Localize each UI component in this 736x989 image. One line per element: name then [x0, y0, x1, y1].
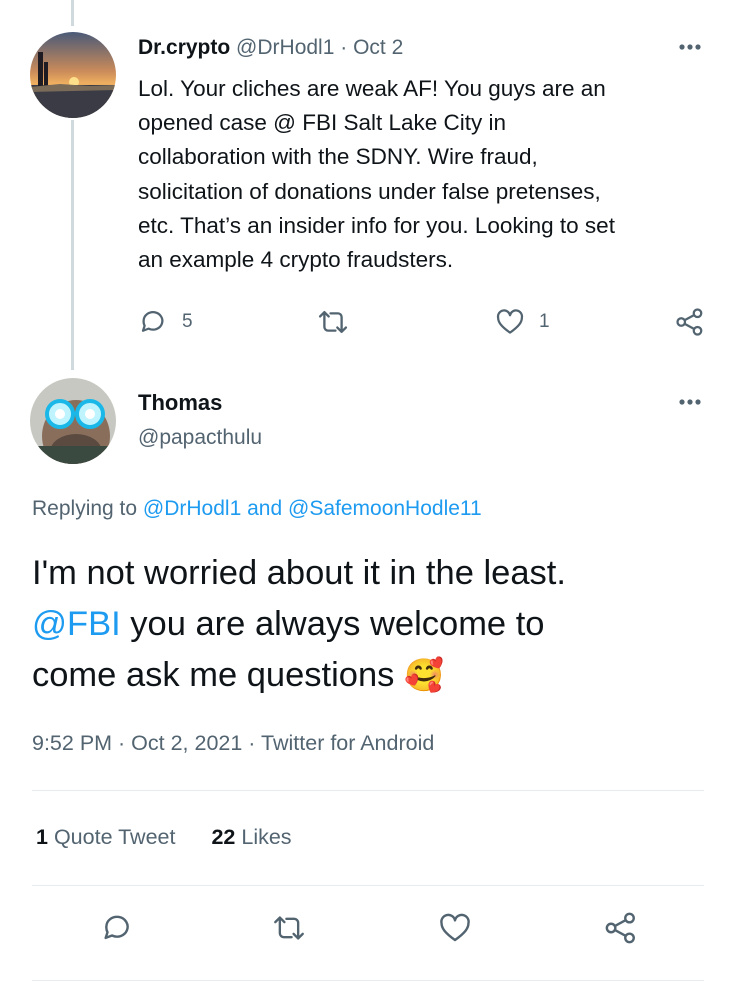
tweet-text-line: collaboration with the SDNY. Wire fraud,: [138, 144, 538, 170]
smiling-hearts-emoji: 🥰: [404, 657, 444, 693]
tweet1-text: Lol. Your cliches are weak AF! You guys …: [138, 72, 615, 277]
retweet-icon: [318, 310, 348, 334]
retweet-icon: [274, 916, 304, 940]
likes-stat[interactable]: 22 Likes: [211, 825, 291, 849]
like-icon: [440, 913, 470, 942]
tweet-text-line: etc. That’s an insider info for you. Loo…: [138, 212, 615, 238]
reply-icon: [104, 915, 129, 940]
quote-tweets-stat[interactable]: 1 Quote Tweet: [36, 825, 181, 849]
reply-and[interactable]: and: [247, 497, 282, 520]
tweet2-text: I'm not worried about it in the least. @…: [32, 548, 566, 701]
like-button[interactable]: 1: [495, 307, 550, 337]
replying-to: Replying to @DrHodl1 and @SafemoonHodle1…: [32, 497, 482, 521]
tweet-text-line: @FBI you are always welcome to: [32, 599, 566, 650]
likes-label: Likes: [241, 825, 292, 849]
handle[interactable]: @papacthulu: [138, 426, 262, 450]
retweet-button[interactable]: [272, 911, 306, 945]
retweet-button[interactable]: [317, 307, 349, 337]
tweet-date[interactable]: · Oct 2: [340, 36, 403, 59]
like-button[interactable]: [438, 911, 472, 945]
reply-icon: [141, 311, 164, 332]
tweet-meta[interactable]: 9:52 PM · Oct 2, 2021 · Twitter for Andr…: [32, 731, 434, 756]
reply-mention-link[interactable]: @SafemoonHodle11: [288, 497, 482, 520]
divider: [32, 980, 704, 981]
divider: [32, 790, 704, 791]
handle[interactable]: @DrHodl1: [236, 36, 334, 59]
share-icon: [605, 912, 635, 944]
fbi-mention-link[interactable]: @FBI: [32, 605, 121, 643]
reply-button[interactable]: 5: [138, 307, 193, 337]
quote-label: Quote Tweet: [53, 825, 176, 849]
share-icon: [676, 308, 703, 336]
replying-prefix: Replying to: [32, 497, 138, 520]
likes-count: 22: [211, 825, 236, 849]
like-count: 1: [539, 311, 550, 332]
thread-line-top: [71, 0, 74, 26]
display-name[interactable]: Thomas: [138, 390, 222, 416]
reply-count: 5: [182, 311, 193, 332]
tweet-text-line: come ask me questions 🥰: [32, 650, 566, 701]
share-button[interactable]: [604, 911, 638, 945]
divider: [32, 885, 704, 886]
reply-mention-link[interactable]: @DrHodl1: [143, 497, 241, 520]
display-name[interactable]: Dr.crypto: [138, 36, 230, 59]
tweet-text-line: Lol. Your cliches are weak AF! You guys …: [138, 76, 606, 101]
tweet-text-line: solicitation of donations under false pr…: [138, 178, 601, 204]
engagement-stats: 1 Quote Tweet 22 Likes: [36, 825, 292, 850]
tweet-text-fragment: come ask me questions: [32, 656, 395, 694]
share-button[interactable]: [675, 307, 705, 337]
thread-line-mid: [71, 120, 74, 370]
tweet-text-fragment: you are always welcome to: [120, 605, 545, 643]
more-icon[interactable]: [678, 398, 702, 406]
avatar-dr-crypto[interactable]: [30, 32, 116, 118]
more-icon[interactable]: [678, 43, 702, 51]
tweet1-header: Dr.crypto @DrHodl1 · Oct 2: [138, 36, 403, 60]
quote-count: 1: [36, 825, 48, 849]
tweet-text-line: I'm not worried about it in the least.: [32, 554, 566, 592]
avatar-thomas[interactable]: [30, 378, 116, 464]
reply-button[interactable]: [100, 911, 134, 945]
like-icon: [496, 309, 524, 334]
tweet-text-line: opened case @ FBI Salt Lake City in: [138, 110, 507, 136]
tweet-text-line: an example 4 crypto fraudsters.: [138, 247, 454, 273]
